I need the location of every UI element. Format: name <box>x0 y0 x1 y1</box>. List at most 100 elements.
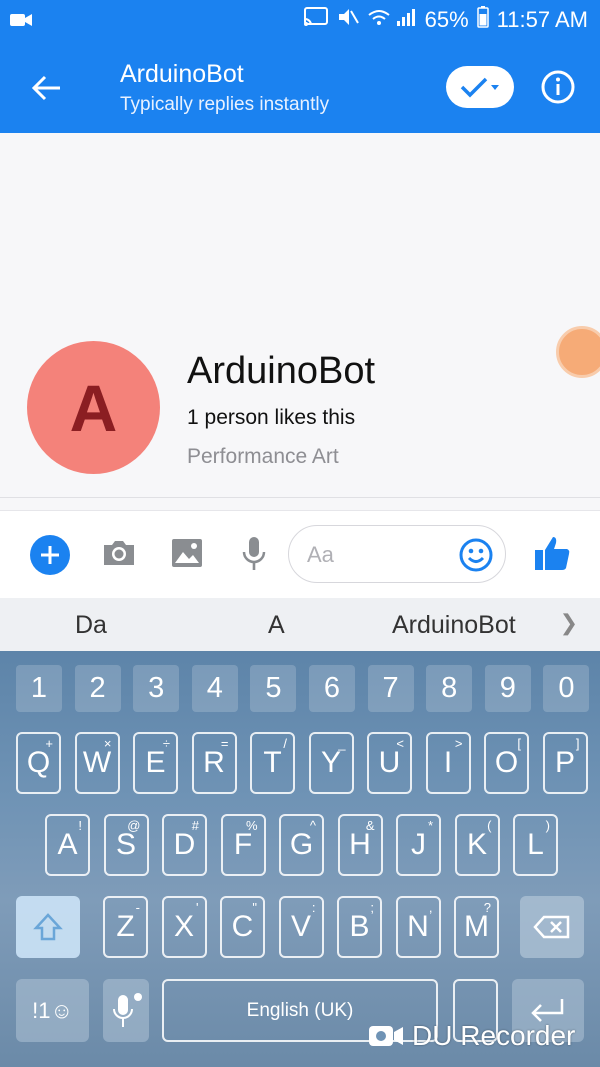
key-symbol-hint: ^ <box>309 818 316 833</box>
letter-key[interactable]: (K <box>454 814 500 876</box>
letter-key[interactable]: ÷ E <box>133 732 178 794</box>
key-letter: S <box>115 828 136 861</box>
symbols-key[interactable]: !1☺ <box>16 979 89 1042</box>
battery-icon <box>476 6 489 34</box>
letter-key[interactable]: & H <box>337 814 383 876</box>
letter-key[interactable]: " C <box>220 896 265 958</box>
key-letter: B <box>349 910 370 943</box>
chevron-right-icon[interactable]: ❯ <box>560 610 578 636</box>
key-symbol-hint: " <box>252 900 257 915</box>
key-symbol-hint: ; <box>370 900 374 915</box>
number-key[interactable]: 0 <box>543 665 590 712</box>
screen-recorder-watermark: DU Recorder <box>368 1020 575 1052</box>
clock: 11:57 AM <box>496 7 588 32</box>
letter-key[interactable]: % F <box>220 814 266 876</box>
letter-key[interactable]: / T <box>250 732 295 794</box>
key-symbol-hint: < <box>396 736 404 751</box>
number-key[interactable]: 6 <box>309 665 355 712</box>
wifi-signal-icon <box>367 7 417 33</box>
key-symbol-hint: @ <box>127 818 141 833</box>
voice-button[interactable] <box>241 535 267 578</box>
letter-key[interactable]: @ S <box>103 814 149 876</box>
more-actions-button[interactable] <box>30 535 70 575</box>
key-letter: Z <box>116 910 135 943</box>
page-category: Performance Art <box>187 445 339 468</box>
plus-icon <box>41 546 59 564</box>
like-button[interactable] <box>532 533 572 578</box>
key-letter: N <box>407 910 429 943</box>
number-key[interactable]: 4 <box>191 665 238 712</box>
letter-key[interactable]: _ Y <box>308 732 354 794</box>
suggestion-item[interactable]: ArduinoBot <box>392 611 516 640</box>
likes-count: 1 person likes this <box>187 406 356 429</box>
chat-subtitle: Typically replies instantly <box>120 94 330 115</box>
letter-key[interactable]: ^ G <box>279 814 324 876</box>
bot-avatar[interactable]: A <box>27 341 160 474</box>
key-symbol-hint: ] <box>575 736 580 751</box>
key-symbol-hint: _ <box>338 736 346 751</box>
key-letter: U <box>378 746 401 779</box>
smiley-icon <box>459 538 493 572</box>
key-symbol-hint: : <box>311 900 316 915</box>
number-key[interactable]: 1 <box>16 665 62 712</box>
info-button[interactable] <box>540 69 576 105</box>
key-letter: T <box>263 746 282 779</box>
shift-key[interactable] <box>16 896 80 958</box>
key-letter: V <box>290 910 311 943</box>
letter-key[interactable]: × W <box>74 732 120 794</box>
letter-key[interactable]: ? M <box>454 896 499 958</box>
thumbs-up-icon <box>535 537 570 570</box>
number-key[interactable]: 2 <box>74 665 121 712</box>
emoji-button[interactable] <box>459 538 493 577</box>
letter-key[interactable]: * J <box>396 814 441 876</box>
shift-arrow-icon <box>33 913 63 941</box>
letter-key[interactable]: ,N <box>395 896 441 958</box>
floating-record-bubble[interactable] <box>556 326 600 378</box>
avatar-letter: A <box>69 370 118 445</box>
key-letter: P <box>554 746 575 779</box>
key-letter: E <box>145 746 166 779</box>
message-input[interactable]: Aa <box>288 525 506 583</box>
key-letter: L <box>527 828 544 861</box>
letter-key[interactable]: :V <box>278 896 324 958</box>
number-key[interactable]: 7 <box>367 665 414 712</box>
chat-title[interactable]: ArduinoBot <box>120 60 244 89</box>
letter-key[interactable]: ) L <box>513 814 558 876</box>
key-symbol-hint: & <box>365 818 375 833</box>
key-symbol-hint: = <box>220 736 229 751</box>
key-letter: W <box>82 746 112 779</box>
number-key[interactable]: 8 <box>426 665 473 712</box>
camera-button[interactable] <box>101 537 137 574</box>
key-symbol-hint: ' <box>196 900 199 915</box>
letter-key[interactable]: + Q <box>16 732 61 794</box>
letter-key[interactable]: # D <box>162 814 207 876</box>
backspace-key[interactable] <box>520 896 584 958</box>
number-key[interactable]: 3 <box>133 665 180 712</box>
voice-input-key[interactable] <box>103 979 149 1042</box>
letter-key[interactable]: ; B <box>337 896 382 958</box>
mute-icon <box>337 7 359 33</box>
key-symbol-hint: ( <box>487 818 492 833</box>
letter-key[interactable]: < U <box>367 732 412 794</box>
back-button[interactable] <box>28 70 64 106</box>
key-letter: Y <box>320 746 341 779</box>
letter-key[interactable]: > I <box>425 732 471 794</box>
number-key[interactable]: 9 <box>484 665 531 712</box>
subscribe-toggle-button[interactable] <box>446 66 514 108</box>
letter-key[interactable]: [O <box>484 732 529 794</box>
letter-key[interactable]: ] P <box>542 732 588 794</box>
suggestion-item[interactable]: A <box>268 611 285 640</box>
microphone-settings-icon <box>113 992 142 1027</box>
suggestion-item[interactable]: Da <box>75 611 107 640</box>
letter-key[interactable]: ' X <box>161 896 207 958</box>
gallery-button[interactable] <box>170 537 204 574</box>
key-letter: R <box>203 746 225 779</box>
keyboard-suggestions: Da A ArduinoBot ❯ <box>0 598 600 651</box>
key-symbol-hint: , <box>428 900 433 915</box>
letter-key[interactable]: = R <box>191 732 237 794</box>
letter-key[interactable]: ! A <box>45 814 90 876</box>
letter-key[interactable]: -Z <box>103 896 148 958</box>
number-key[interactable]: 5 <box>250 665 297 712</box>
watermark-text: DU Recorder <box>412 1020 576 1051</box>
key-symbol-hint: ÷ <box>162 736 170 751</box>
